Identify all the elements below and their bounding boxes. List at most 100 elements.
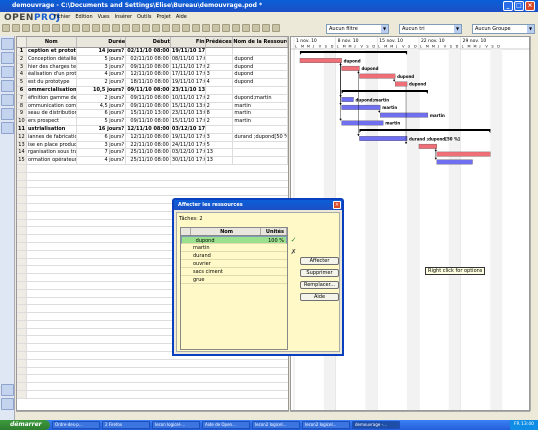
table-row[interactable]: 10 ers prospect 5 jours? 09/11/10 08:00 15/1… xyxy=(17,118,288,126)
row-id[interactable]: 15 xyxy=(17,157,27,164)
task-predecessors[interactable]: 13 xyxy=(206,157,234,164)
menu-outils[interactable]: Outils xyxy=(137,14,151,22)
table-row[interactable]: 5 est du prototype 2 jours? 18/11/10 08:00 1… xyxy=(17,79,288,87)
task-name[interactable]: ise en place production xyxy=(27,141,77,149)
group-select[interactable]: Aucun Groupe ▼ xyxy=(472,24,535,34)
toolbar-button-icon[interactable] xyxy=(2,24,10,32)
table-row[interactable]: 15 ormation opérateurs 4 jours? 25/11/10 08… xyxy=(17,157,288,165)
table-row[interactable]: 4éalisation d'un prototype4 jours?12/11/… xyxy=(17,71,288,80)
task-duration[interactable]: 3 jours? xyxy=(77,141,127,149)
task-end[interactable]: 11/11/10 17:00 xyxy=(171,63,206,71)
task-duration[interactable]: 6 jours? xyxy=(77,110,127,118)
task-end[interactable]: 03/12/10 17:00 xyxy=(171,149,206,157)
task-predecessors[interactable]: 2 xyxy=(206,118,234,125)
row-id[interactable]: 2 xyxy=(17,55,27,63)
table-row[interactable]: 7éfinition gamme de prod2 jours?09/11/10… xyxy=(17,94,288,103)
toolbar-button-icon[interactable] xyxy=(132,24,140,32)
toolbar-button-icon[interactable] xyxy=(92,24,100,32)
task-duration[interactable]: 2 jours? xyxy=(77,94,127,102)
task-start[interactable]: 02/11/10 08:00 xyxy=(126,48,171,55)
task-end[interactable]: 30/11/10 17:00 xyxy=(171,157,206,164)
row-id[interactable]: 9 xyxy=(17,110,27,118)
resource-name[interactable]: sacs ciment xyxy=(191,268,261,275)
toolbar-button-icon[interactable] xyxy=(32,24,40,32)
col-name[interactable]: Nom xyxy=(27,37,77,47)
task-predecessors[interactable]: 3 xyxy=(206,133,234,141)
row-id[interactable]: 8 xyxy=(17,102,27,110)
resource-name[interactable]: durand xyxy=(191,252,261,259)
task-name[interactable]: ers prospect xyxy=(27,118,77,125)
row-id[interactable]: 1 xyxy=(17,48,27,55)
task-duration[interactable]: 4,5 jours? xyxy=(77,102,127,110)
row-id[interactable]: 11 xyxy=(17,125,27,133)
task-end[interactable]: 19/11/10 17:00 xyxy=(171,133,206,141)
task-name[interactable]: est du prototype xyxy=(27,79,77,86)
resource-row[interactable]: durand xyxy=(181,252,287,260)
task-name[interactable]: seau de distribution xyxy=(27,110,77,118)
toolbar-button-icon[interactable] xyxy=(62,24,70,32)
col-resource[interactable]: Nom de la Ressource xyxy=(233,37,288,47)
row-id[interactable]: 5 xyxy=(17,79,27,86)
resource-name[interactable]: dupond xyxy=(194,237,261,244)
task-name[interactable]: éalisation d'un prototype xyxy=(27,71,77,79)
reports-view-icon[interactable] xyxy=(1,108,14,120)
task-end[interactable]: 03/12/10 17:00 xyxy=(171,125,206,133)
toolbar-button-icon[interactable] xyxy=(262,24,270,32)
remove-button[interactable]: Supprimer xyxy=(300,269,339,277)
task-predecessors[interactable] xyxy=(206,55,234,63)
task-end[interactable]: 23/11/10 13:00 xyxy=(171,86,206,94)
task-predecessors[interactable] xyxy=(206,86,234,94)
task-name[interactable]: ception et prototyp xyxy=(27,48,77,55)
empty-row[interactable] xyxy=(17,367,288,376)
resource-units[interactable] xyxy=(261,244,287,251)
minimize-button[interactable]: _ xyxy=(503,1,513,11)
task-resource[interactable]: martin xyxy=(233,102,288,110)
row-id[interactable]: 7 xyxy=(17,94,27,102)
menu-vues[interactable]: Vues xyxy=(98,14,110,22)
task-start[interactable]: 09/11/10 08:00 xyxy=(126,102,171,110)
task-resource[interactable]: martin xyxy=(233,110,288,118)
resource-units[interactable]: 100 % xyxy=(261,237,286,244)
menu-fichier[interactable]: Fichier xyxy=(54,14,70,22)
resource-name[interactable]: ouvrier xyxy=(191,260,261,267)
empty-row[interactable] xyxy=(17,172,288,181)
task-end[interactable]: 15/11/10 17:00 xyxy=(171,118,206,125)
task-duration[interactable]: 14 jours? xyxy=(77,48,127,55)
task-predecessors[interactable]: 8 xyxy=(206,110,234,118)
task-duration[interactable]: 2 jours? xyxy=(77,79,127,86)
task-resource[interactable] xyxy=(233,86,288,94)
task-duration[interactable]: 6 jours? xyxy=(77,133,127,141)
task-start[interactable]: 09/11/10 08:00 xyxy=(126,118,171,125)
taskbar-item[interactable]: Aide de Open... xyxy=(202,421,250,429)
task-name[interactable]: iannes de fabrication xyxy=(27,133,77,141)
task-duration[interactable]: 5 jours? xyxy=(77,118,127,125)
start-button[interactable]: démarrer xyxy=(0,420,50,430)
table-row[interactable]: 2 Conception détaillée 5 jours? 02/11/10 08… xyxy=(17,55,288,64)
toolbar-button-icon[interactable] xyxy=(102,24,110,32)
task-end[interactable]: 23/11/10 13:00 xyxy=(171,110,206,118)
resource-row[interactable]: martin xyxy=(181,244,287,252)
table-row[interactable]: 11 ustrialisation 16 jours? 12/11/10 08:00 0… xyxy=(17,125,288,134)
task-resource[interactable]: dupond;martin xyxy=(233,94,288,102)
row-id[interactable]: 14 xyxy=(17,149,27,157)
resource-name[interactable]: martin xyxy=(191,244,261,251)
toolbar-button-icon[interactable] xyxy=(82,24,90,32)
task-start[interactable]: 12/11/10 08:00 xyxy=(126,125,171,133)
toolbar-button-icon[interactable] xyxy=(182,24,190,32)
row-id[interactable]: 4 xyxy=(17,71,27,79)
task-start[interactable]: 09/11/10 08:00 xyxy=(126,63,171,71)
vertical-scrollbar[interactable] xyxy=(530,36,538,411)
checkmark-icon[interactable]: ✓ xyxy=(290,237,297,244)
resource-row[interactable]: ouvrier xyxy=(181,260,287,268)
table-row[interactable]: 13ise en place production3 jours?22/11/1… xyxy=(17,141,288,150)
wbs-view-icon[interactable] xyxy=(1,80,14,92)
menu-aide[interactable]: Aide xyxy=(176,14,187,22)
taskbar-item[interactable]: lecon2 logicel... xyxy=(252,421,300,429)
task-predecessors[interactable]: 13 xyxy=(206,149,234,157)
resource-row[interactable]: sacs ciment xyxy=(181,268,287,276)
task-end[interactable]: 17/11/10 17:00 xyxy=(171,71,206,79)
taskbar-item[interactable]: lecon2 logicel... xyxy=(302,421,350,429)
row-id[interactable]: 3 xyxy=(17,63,27,71)
sort-select[interactable]: Aucun tri ▼ xyxy=(399,24,462,34)
row-id[interactable]: 6 xyxy=(17,86,27,94)
